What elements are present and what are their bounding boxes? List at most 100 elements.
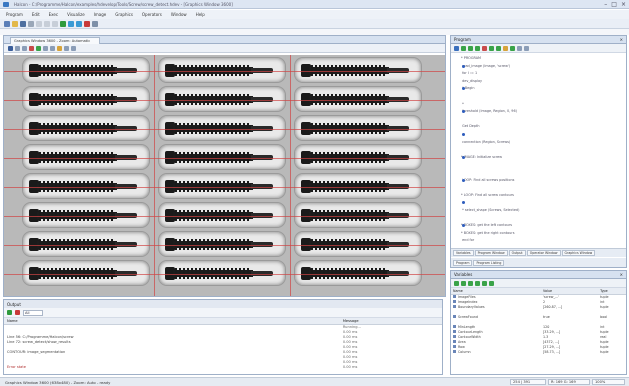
move-icon[interactable] — [50, 45, 55, 51]
program-line[interactable]: * PROGRAM — [453, 56, 481, 61]
cut-icon[interactable] — [36, 20, 42, 27]
save-icon[interactable] — [20, 20, 26, 27]
program-line[interactable] — [453, 117, 461, 122]
program-line-text: * BOXES: get the left contours — [461, 223, 512, 228]
minimize-icon[interactable]: – — [604, 1, 607, 8]
variables-toolbar — [451, 279, 626, 288]
clear-window-icon[interactable] — [8, 45, 13, 51]
close-icon[interactable]: × — [621, 1, 626, 8]
bookmark-icon[interactable] — [503, 45, 508, 51]
sort-icon[interactable] — [475, 280, 480, 286]
program-line[interactable]: end for — [453, 238, 474, 243]
program-line[interactable] — [453, 132, 461, 137]
screw-slot — [294, 260, 422, 286]
program-line[interactable]: * select_shape (Screws, Selected) — [453, 208, 519, 213]
program-line[interactable]: * — [453, 102, 464, 107]
program-title: Program — [454, 37, 471, 42]
refresh-icon[interactable] — [461, 280, 466, 286]
export-icon[interactable] — [482, 280, 487, 286]
program-close-icon[interactable]: × — [620, 37, 623, 42]
new-file-icon[interactable] — [4, 20, 10, 27]
print-icon[interactable] — [28, 20, 34, 27]
new-program-icon[interactable] — [454, 45, 459, 51]
program-line[interactable] — [453, 170, 461, 175]
program-header: Program × — [451, 36, 626, 44]
screw-slot — [22, 202, 150, 228]
step-into-icon[interactable] — [76, 20, 82, 27]
window-title: Halcon - C:/Programme/Halcon/examples/hd… — [14, 2, 233, 7]
output-row[interactable]: Error state 0.00 ms — [4, 364, 442, 369]
step-over-icon[interactable] — [68, 20, 74, 27]
menu-visualize[interactable]: Visualize — [67, 12, 85, 17]
settings-icon[interactable] — [57, 45, 62, 51]
variable-row[interactable]: Column [58.73, ...] tuple — [451, 349, 626, 354]
program-line[interactable]: * BOXES: get the right contours — [453, 231, 514, 236]
stop-icon[interactable] — [84, 20, 90, 27]
image-canvas[interactable] — [4, 55, 445, 296]
execute-line-icon[interactable] — [468, 45, 473, 51]
breakpoint-icon[interactable] — [482, 45, 487, 51]
grid-icon[interactable] — [71, 45, 76, 51]
play-icon[interactable] — [7, 310, 12, 315]
output-filter-select[interactable]: All — [23, 309, 43, 316]
stop-icon[interactable] — [15, 310, 20, 315]
variable-icon — [453, 345, 456, 348]
program-line[interactable] — [453, 162, 461, 167]
zoom-in-icon[interactable] — [15, 45, 20, 51]
program-line[interactable]: * IMAGE: Initialize screw — [453, 155, 502, 160]
menu-operators[interactable]: Operators — [142, 12, 162, 17]
program-line[interactable]: Get Depth — [453, 124, 479, 129]
reset-icon[interactable] — [92, 20, 98, 27]
program-line[interactable] — [453, 200, 461, 205]
screw-slot — [294, 173, 422, 199]
pixel-info-icon[interactable] — [43, 45, 48, 51]
insert-line-icon[interactable] — [461, 45, 466, 51]
program-tab[interactable]: Output — [508, 250, 526, 256]
program-window: Program × * PROGRAM read_image (Image, '… — [450, 35, 627, 268]
check-icon[interactable] — [510, 45, 515, 51]
program-line[interactable]: connection (Region, Screws) — [453, 140, 510, 145]
copy-icon[interactable] — [44, 20, 50, 27]
program-subtab[interactable]: Program Listing — [473, 259, 505, 266]
program-line[interactable] — [453, 147, 461, 152]
variables-close-icon[interactable]: × — [620, 272, 623, 277]
open-folder-icon[interactable] — [12, 20, 18, 27]
program-tab[interactable]: Program Window — [474, 250, 508, 256]
run-icon[interactable] — [60, 20, 66, 27]
filter-icon[interactable] — [468, 280, 473, 286]
fit-window-icon[interactable] — [64, 45, 69, 51]
menu-image[interactable]: Image — [94, 12, 107, 17]
options-icon[interactable] — [524, 45, 529, 51]
program-line[interactable]: for I := 1 — [453, 71, 477, 76]
menu-graphics[interactable]: Graphics — [115, 12, 133, 17]
variables-table: Name Value Type ImageFiles'screw_...' tup… — [451, 288, 626, 354]
paste-icon[interactable] — [52, 20, 58, 27]
menu-help[interactable]: Help — [196, 12, 205, 17]
program-line[interactable] — [453, 216, 461, 221]
draw-region-icon[interactable] — [29, 45, 34, 51]
menu-window[interactable]: Window — [171, 12, 187, 17]
details-icon[interactable] — [489, 280, 494, 286]
program-subtab[interactable]: Program — [453, 259, 473, 266]
step-icon[interactable] — [489, 45, 494, 51]
program-line[interactable] — [453, 94, 461, 99]
find-icon[interactable] — [517, 45, 522, 51]
continue-icon[interactable] — [496, 45, 501, 51]
menu-exec[interactable]: Exec — [49, 12, 58, 17]
program-tab[interactable]: Graphics Window — [561, 250, 596, 256]
run-program-icon[interactable] — [475, 45, 480, 51]
program-tab[interactable]: Variables — [453, 250, 474, 256]
graphics-tab[interactable]: Graphics Window 3600 - Zoom: Automatic — [10, 37, 100, 44]
output-toolbar: All — [4, 308, 442, 318]
program-line[interactable]: dev_display — [453, 79, 482, 84]
add-watch-icon[interactable] — [454, 280, 459, 286]
maximize-icon[interactable]: □ — [611, 1, 617, 8]
menu-program[interactable]: Program — [6, 12, 23, 17]
program-tab[interactable]: Operator Window — [526, 250, 561, 256]
menu-edit[interactable]: Edit — [32, 12, 40, 17]
program-line[interactable] — [453, 185, 461, 190]
program-line[interactable]: * LOOP: Find all screw contours — [453, 193, 514, 198]
zoom-out-icon[interactable] — [22, 45, 27, 51]
program-listing[interactable]: * PROGRAM read_image (Image, 'screw') fo… — [451, 54, 626, 247]
draw-line-icon[interactable] — [36, 45, 41, 51]
